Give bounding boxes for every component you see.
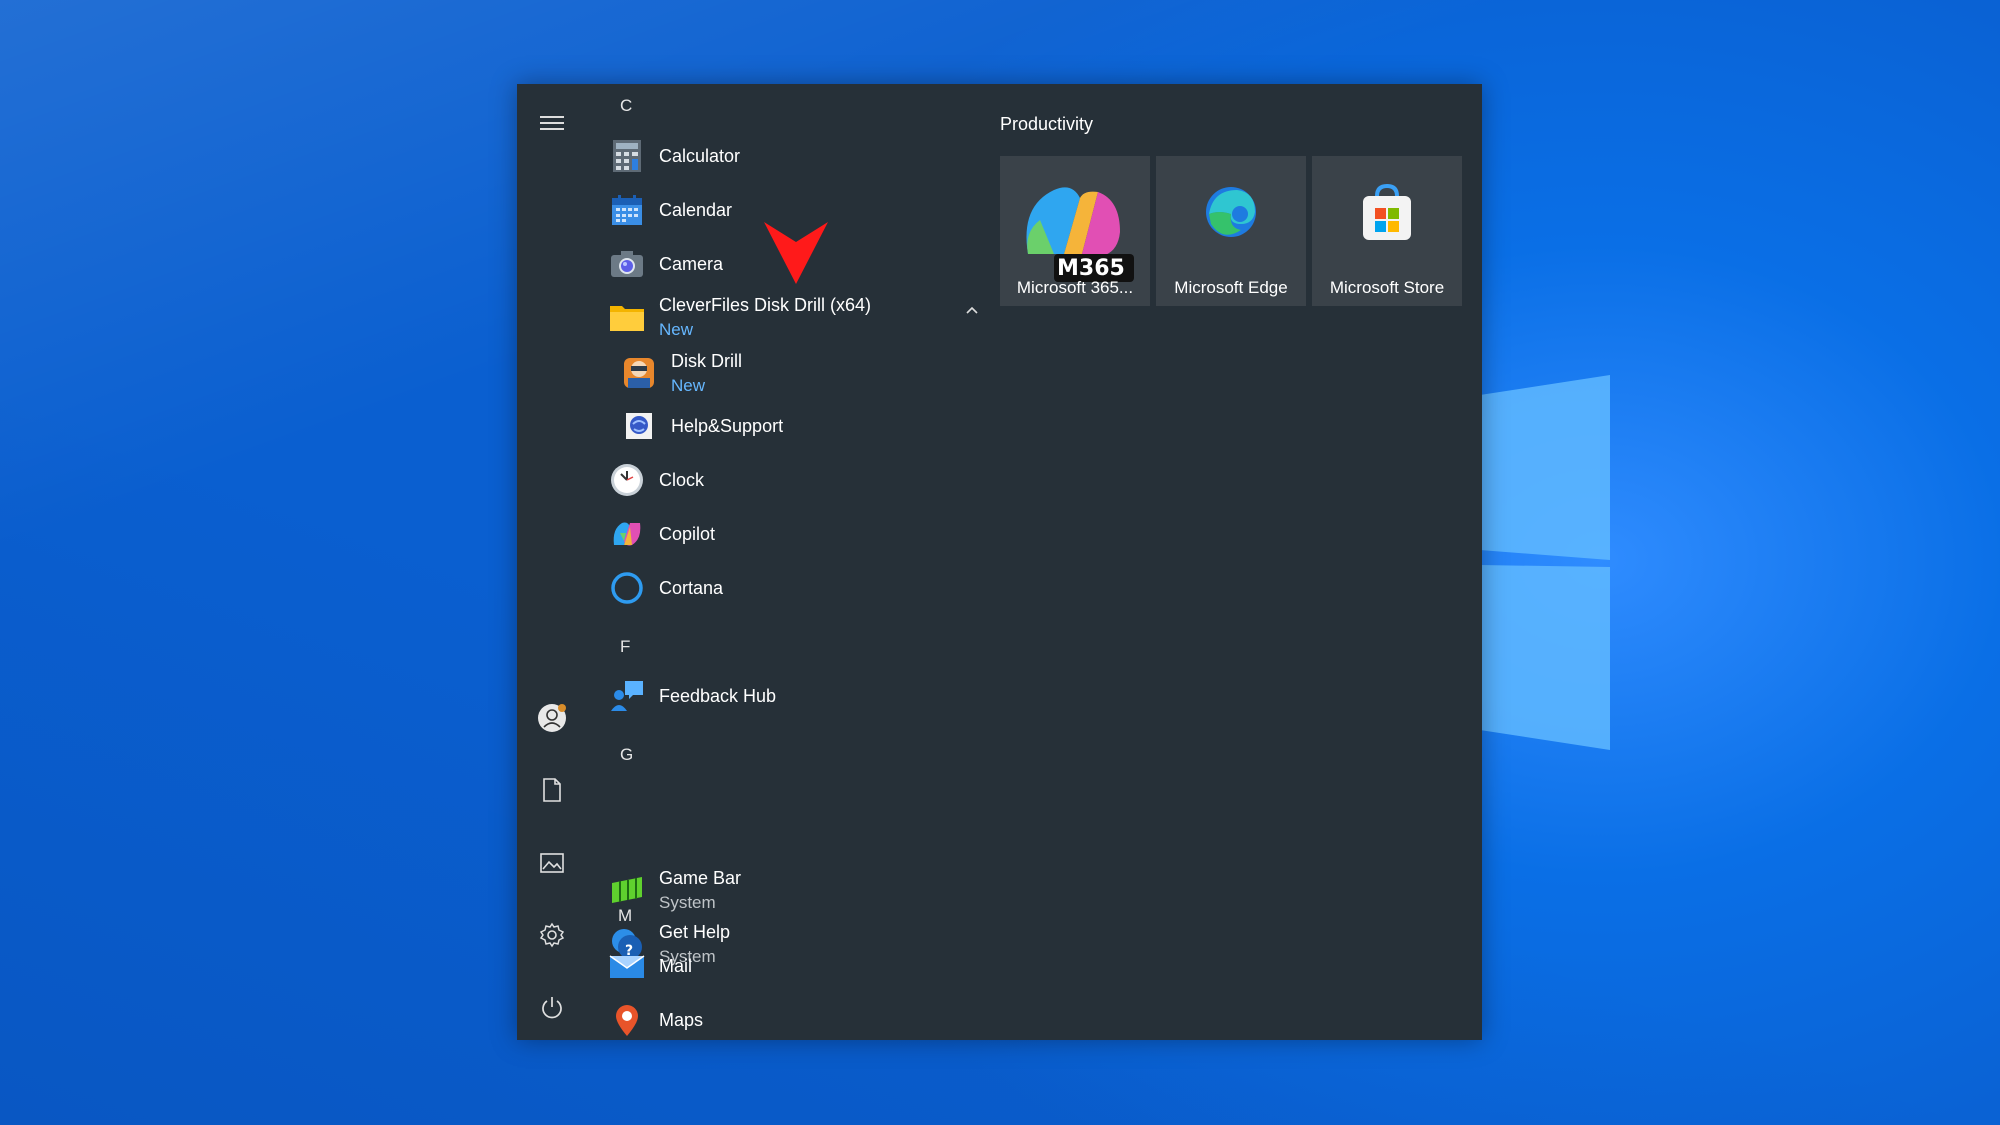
app-name: Calculator	[659, 145, 741, 166]
edge-icon	[1156, 184, 1306, 240]
annotation-arrow-icon	[764, 222, 828, 284]
tile-microsoft-store[interactable]: Microsoft Store	[1312, 156, 1462, 306]
app-help-support[interactable]: Help&Support	[621, 402, 1001, 450]
app-copilot[interactable]: Copilot	[609, 510, 989, 558]
app-name: Copilot	[659, 523, 716, 544]
tiles-group-title[interactable]: Productivity	[1000, 114, 1093, 135]
tile-label: Microsoft Store	[1329, 278, 1445, 297]
start-menu: C F G M Calculator Calendar Camera Cleve…	[517, 84, 1482, 1040]
group-header-c[interactable]: C	[620, 96, 632, 116]
group-header-g[interactable]: G	[620, 745, 633, 765]
system-subtitle: System	[659, 892, 716, 912]
hamburger-menu-icon[interactable]	[535, 106, 569, 140]
folder-icon	[609, 299, 645, 335]
windows-logo-wallpaper	[1480, 375, 1610, 750]
tile-microsoft-edge[interactable]: Microsoft Edge	[1156, 156, 1306, 306]
cortana-icon	[609, 570, 645, 606]
app-mail[interactable]: Mail	[609, 942, 989, 990]
user-avatar-icon[interactable]	[535, 701, 569, 735]
app-name: CleverFiles Disk Drill (x64)	[659, 294, 872, 315]
app-name: Cortana	[659, 577, 724, 598]
copilot-icon	[609, 516, 645, 552]
camera-icon	[609, 246, 645, 282]
app-name: Calendar	[659, 199, 733, 220]
settings-gear-icon[interactable]	[535, 918, 569, 952]
app-name: Mail	[659, 955, 693, 976]
pictures-icon[interactable]	[535, 846, 569, 880]
documents-icon[interactable]	[535, 773, 569, 807]
app-disk-drill[interactable]: Disk Drill New	[621, 346, 1001, 400]
app-calculator[interactable]: Calculator	[609, 132, 989, 180]
app-name: Game Bar	[659, 867, 742, 888]
microsoft-365-icon: M365	[1000, 176, 1150, 286]
app-cleverfiles-folder[interactable]: CleverFiles Disk Drill (x64) New	[609, 290, 989, 344]
power-icon[interactable]	[535, 990, 569, 1024]
app-name: Help&Support	[671, 415, 784, 436]
chevron-up-icon[interactable]	[965, 302, 979, 320]
group-header-f[interactable]: F	[620, 637, 630, 657]
app-name: Camera	[659, 253, 724, 274]
clock-icon	[609, 462, 645, 498]
app-name: Maps	[659, 1009, 704, 1030]
app-cortana[interactable]: Cortana	[609, 564, 989, 612]
app-name: Disk Drill	[671, 350, 742, 371]
app-game-bar[interactable]: Game Bar System	[609, 864, 989, 916]
calendar-icon	[609, 192, 645, 228]
new-badge: New	[659, 319, 694, 339]
help-support-icon	[621, 408, 657, 444]
app-name: Get Help	[659, 921, 731, 942]
disk-drill-icon	[621, 355, 657, 391]
mail-icon	[609, 948, 645, 984]
tile-label: Microsoft 365...	[1016, 278, 1134, 297]
start-rail	[517, 84, 587, 1040]
tile-label: Microsoft Edge	[1174, 278, 1288, 297]
game-bar-icon	[609, 872, 645, 908]
feedback-hub-icon	[609, 678, 645, 714]
tile-microsoft-365[interactable]: M365 Microsoft 365...	[1000, 156, 1150, 306]
app-maps[interactable]: Maps	[609, 996, 989, 1044]
app-clock[interactable]: Clock	[609, 456, 989, 504]
calculator-icon	[609, 138, 645, 174]
app-name: Feedback Hub	[659, 685, 777, 706]
new-badge: New	[671, 375, 706, 395]
app-feedback-hub[interactable]: Feedback Hub	[609, 672, 989, 720]
app-name: Clock	[659, 469, 705, 490]
maps-pin-icon	[609, 1002, 645, 1038]
store-bag-icon	[1312, 184, 1462, 244]
